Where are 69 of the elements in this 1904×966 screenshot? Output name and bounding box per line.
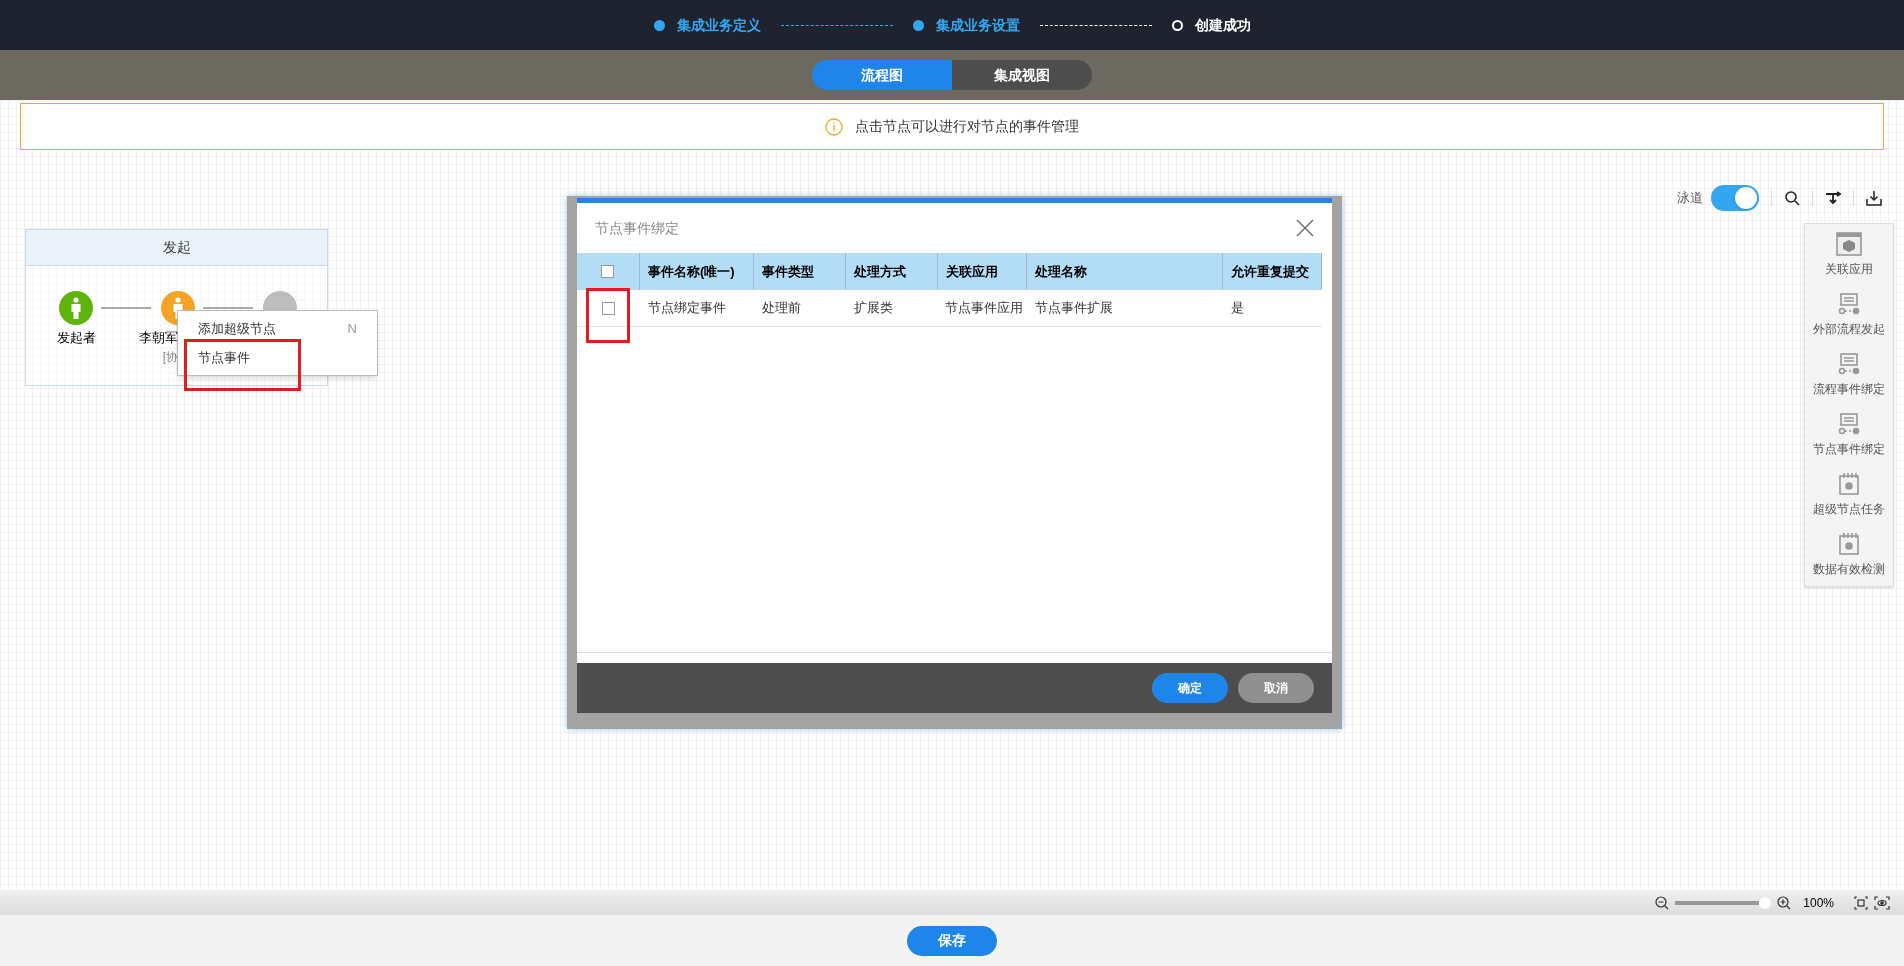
fit-screen-icon[interactable]: [1854, 895, 1868, 910]
column-header: 处理方式: [845, 253, 938, 290]
menu-item-label: 节点事件: [198, 348, 250, 367]
table-cell-text: 节点事件扩展: [1034, 299, 1115, 318]
side-panel-item[interactable]: 数据有效检测: [1813, 532, 1885, 578]
lane-label: 泳道: [1677, 189, 1703, 208]
column-header: 事件类型: [753, 253, 846, 290]
side-panel-item[interactable]: 节点事件绑定: [1813, 412, 1885, 458]
side-panel-item[interactable]: 流程事件绑定: [1813, 352, 1885, 398]
app-window-icon: [1836, 232, 1862, 256]
checkbox[interactable]: [601, 301, 615, 315]
zoom-slider[interactable]: [1675, 896, 1772, 909]
table-cell-text: 处理前: [760, 299, 802, 318]
checkbox[interactable]: [601, 265, 615, 278]
step-label: 集成业务定义: [676, 15, 761, 35]
calendar-gear-icon: [1838, 472, 1860, 496]
table-cell-text: 是: [1230, 299, 1246, 318]
flow-icon: [1837, 412, 1861, 436]
node-label: 李朝军: [139, 329, 178, 347]
node-sublabel: [协: [162, 348, 178, 366]
column-header: 事件名称(唯一): [639, 253, 754, 290]
table-cell-text: 节点绑定事件: [646, 299, 727, 318]
slider-thumb[interactable]: [1759, 896, 1772, 909]
highlight-frame: [586, 288, 630, 343]
menu-item[interactable]: 节点事件: [178, 343, 377, 372]
shortcut-key: N: [347, 318, 357, 339]
view-tab[interactable]: 流程图: [812, 60, 952, 90]
menu-item[interactable]: 添加超级节点 N: [178, 314, 377, 343]
calendar-gear-icon: [1838, 532, 1860, 556]
confirm-button[interactable]: 确定: [1152, 673, 1228, 703]
notice-text: 点击节点可以进行对节点的事件管理: [855, 117, 1079, 136]
flow-icon: [1837, 292, 1861, 316]
swimlane-title: 发起: [26, 230, 327, 266]
side-panel-label: 关联应用: [1825, 261, 1873, 278]
table-cell-text: 扩展类: [852, 299, 894, 318]
person-node[interactable]: [59, 291, 93, 325]
side-panel-label: 外部流程发起: [1813, 321, 1885, 338]
column-header: 关联应用: [937, 253, 1028, 290]
info-icon: [825, 117, 843, 136]
column-header: 允许重复提交: [1223, 253, 1322, 290]
table-cell-text: 节点事件应用: [944, 299, 1025, 318]
side-panel-label: 流程事件绑定: [1813, 381, 1885, 398]
search-icon[interactable]: [1784, 190, 1800, 206]
column-header: 处理名称: [1027, 253, 1224, 290]
node-connector: [203, 307, 253, 309]
lane-toggle[interactable]: [1711, 185, 1759, 211]
eye-icon[interactable]: [1874, 895, 1890, 910]
person-icon: [70, 297, 82, 319]
download-icon[interactable]: [1866, 190, 1882, 206]
side-panel-item[interactable]: 外部流程发起: [1813, 292, 1885, 338]
flow-icon: [1837, 352, 1861, 376]
node-connector: [101, 307, 151, 309]
side-panel-item[interactable]: 关联应用: [1825, 232, 1873, 278]
branch-arrow-icon[interactable]: [1825, 191, 1841, 205]
close-icon[interactable]: [1296, 219, 1314, 237]
side-panel-label: 超级节点任务: [1813, 501, 1885, 518]
zoom-reading: 100%: [1803, 894, 1834, 912]
node-label: 发起者: [56, 329, 96, 347]
menu-item-label: 添加超级节点: [198, 319, 276, 338]
zoom-out-icon[interactable]: [1655, 895, 1670, 910]
side-panel-item[interactable]: 超级节点任务: [1813, 472, 1885, 518]
dialog-title: 节点事件绑定: [595, 218, 679, 238]
view-tab[interactable]: 集成视图: [952, 60, 1092, 90]
step-label: 创建成功: [1194, 15, 1251, 35]
zoom-in-icon[interactable]: [1777, 895, 1792, 910]
side-panel-label: 节点事件绑定: [1813, 441, 1885, 458]
save-button[interactable]: 保存: [907, 925, 997, 956]
step-label: 集成业务设置: [935, 15, 1020, 35]
side-panel-label: 数据有效检测: [1813, 561, 1885, 578]
